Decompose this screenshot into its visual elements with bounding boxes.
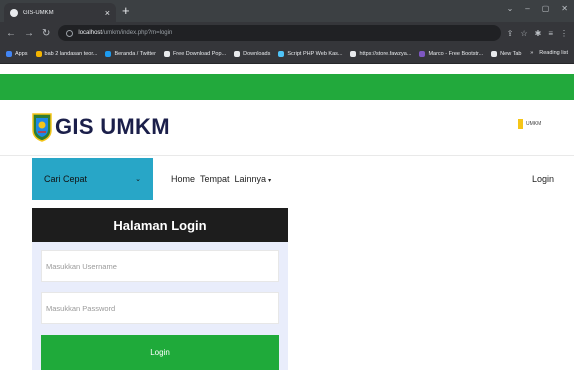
reading-list-link[interactable]: Reading list (539, 50, 568, 56)
bookmark-favicon-icon (35, 50, 42, 57)
site-logo[interactable]: GIS UMKM (32, 112, 170, 142)
caret-down-icon: ▾ (268, 178, 272, 184)
site-top-bar (0, 74, 574, 100)
minimize-icon[interactable]: – (525, 4, 529, 13)
share-icon[interactable]: ⇪ (507, 29, 514, 38)
badge-label: UMKM (526, 121, 542, 127)
toolbar-actions: ⇪ ☆ ✱ ≡ ⋮ (507, 29, 568, 38)
nav-lainnya-label: Lainnya (234, 174, 267, 184)
bookmark-label: bab 2 landasan teor... (44, 50, 98, 57)
nav-tempat[interactable]: Tempat (200, 174, 230, 184)
tab-favicon-icon (10, 8, 18, 17)
username-field[interactable] (41, 250, 279, 282)
bookmark-label: Apps (15, 50, 28, 57)
badge-marker-icon (518, 119, 523, 129)
url-path: /umkm/index.php?m=login (102, 30, 173, 36)
browser-tab[interactable]: GIS-UMKM × (4, 3, 116, 22)
window-controls: ⌄ – ▢ ✕ (507, 4, 568, 13)
download-icon (234, 50, 241, 57)
new-tab-button[interactable]: + (122, 3, 130, 19)
nav-lainnya[interactable]: Lainnya ▾ (235, 174, 272, 184)
shield-logo-icon (32, 113, 52, 142)
menu-icon[interactable]: ⋮ (560, 29, 568, 38)
chevron-down-icon: ⌄ (135, 176, 141, 183)
login-panel: Halaman Login Login (32, 208, 288, 370)
bookmark-favicon-icon (278, 50, 285, 57)
back-icon[interactable]: ← (6, 28, 16, 39)
browser-toolbar: ← → ↻ localhost /umkm/index.php?m=login … (0, 22, 574, 44)
maximize-icon[interactable]: ▢ (542, 4, 550, 13)
apps-icon (6, 50, 12, 57)
bookmark-item[interactable]: https://store.fawzya... (350, 50, 412, 57)
password-field[interactable] (41, 292, 279, 324)
reading-mode-icon[interactable]: ≡ (548, 29, 553, 38)
nav-login-link[interactable]: Login (532, 174, 554, 184)
bookmark-item[interactable]: Free Download Pop... (163, 50, 227, 57)
bookmarks-bar: Apps bab 2 landasan teor... Beranda / Tw… (0, 44, 574, 64)
cari-cepat-label: Cari Cepat (44, 174, 88, 184)
bookmark-label: Downloads (243, 50, 271, 57)
bookmark-label: Script PHP Web Kas... (287, 50, 343, 57)
reload-icon[interactable]: ↻ (42, 28, 50, 39)
nav-menu: Home Tempat Lainnya ▾ (171, 174, 271, 184)
main-navbar: Cari Cepat ⌄ Home Tempat Lainnya ▾ Login (0, 155, 574, 200)
tab-title: GIS-UMKM (23, 9, 54, 16)
url-host: localhost (78, 30, 103, 36)
close-window-icon[interactable]: ✕ (561, 4, 568, 13)
site-info-icon[interactable] (66, 29, 74, 37)
twitter-icon (105, 50, 112, 57)
umkm-badge[interactable]: UMKM (518, 119, 541, 129)
tab-close-icon[interactable]: × (105, 8, 110, 18)
page: GIS-UMKM × + ⌄ – ▢ ✕ ← → ↻ localhost /um… (0, 0, 574, 370)
bookmark-label: Marco - Free Bootstr... (428, 50, 484, 57)
bookmark-item[interactable]: New Tab (491, 50, 522, 57)
login-title: Halaman Login (32, 208, 288, 242)
bookmark-item[interactable]: bab 2 landasan teor... (35, 50, 98, 57)
tab-search-icon[interactable]: ⌄ (507, 4, 514, 13)
bookmark-favicon-icon (350, 50, 357, 57)
bookmark-favicon-icon (163, 50, 170, 57)
bookmarks-right: » Reading list (530, 50, 568, 56)
bookmark-label: Beranda / Twitter (114, 50, 156, 57)
cari-cepat-dropdown[interactable]: Cari Cepat ⌄ (32, 158, 153, 200)
more-bookmarks-icon[interactable]: » (530, 50, 533, 56)
bookmark-favicon-icon (419, 50, 426, 57)
bookmark-label: https://store.fawzya... (359, 50, 412, 57)
bookmark-item[interactable]: Downloads (234, 50, 271, 57)
bookmark-item[interactable]: Beranda / Twitter (105, 50, 156, 57)
bookmark-item[interactable]: Marco - Free Bootstr... (419, 50, 484, 57)
forward-icon[interactable]: → (24, 28, 34, 39)
browser-tab-bar: GIS-UMKM × + ⌄ – ▢ ✕ (0, 0, 574, 22)
login-button[interactable]: Login (41, 335, 279, 370)
bookmark-label: New Tab (500, 50, 522, 57)
nav-home[interactable]: Home (171, 174, 195, 184)
extensions-icon[interactable]: ✱ (535, 29, 542, 38)
logo-text: GIS UMKM (55, 114, 170, 139)
bookmark-favicon-icon (491, 50, 498, 57)
bookmark-star-icon[interactable]: ☆ (520, 29, 527, 38)
address-bar[interactable]: localhost /umkm/index.php?m=login (58, 25, 501, 41)
bookmark-label: Free Download Pop... (172, 50, 227, 57)
bookmark-item[interactable]: Script PHP Web Kas... (278, 50, 343, 57)
bookmark-item[interactable]: Apps (6, 50, 28, 57)
